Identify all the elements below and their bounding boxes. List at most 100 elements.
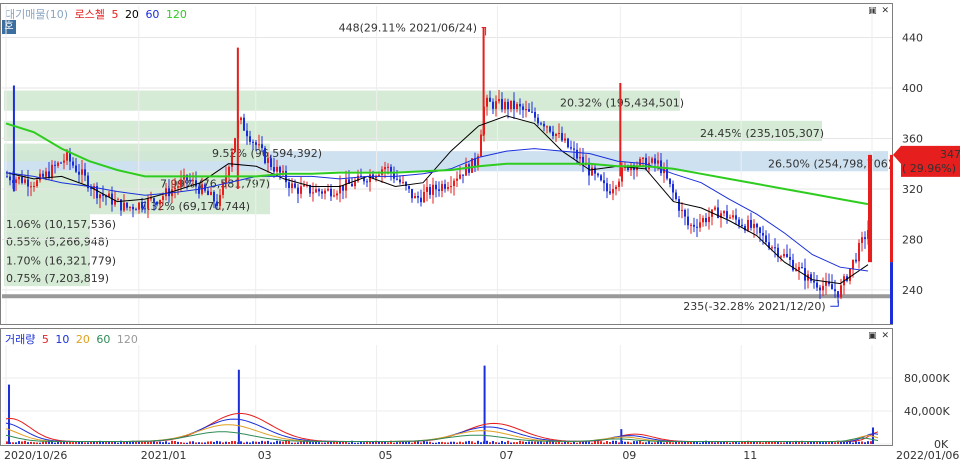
candle-body (558, 133, 560, 135)
candle-body (789, 256, 791, 260)
x-tick-label: 09 (622, 449, 636, 462)
volume-bar (453, 441, 455, 444)
candle-body (822, 285, 824, 291)
candle-body (228, 166, 230, 176)
volume-bar (312, 442, 314, 444)
candle-body (417, 195, 419, 198)
candle-body (327, 188, 329, 191)
volume-bar (189, 441, 191, 444)
volume-bar (168, 442, 170, 444)
current-price-bar-up (890, 154, 893, 263)
candle-body (750, 220, 752, 228)
volume-bar (321, 442, 323, 444)
candle-body (831, 284, 833, 290)
volume-bar (441, 441, 443, 444)
volume-bar (633, 441, 635, 444)
candle-body (714, 207, 716, 210)
candle-body (147, 198, 149, 209)
candle-body (84, 169, 86, 176)
volume-bar (510, 442, 512, 444)
volume-bar (717, 441, 719, 444)
candle-body (567, 138, 569, 148)
volume-bar (294, 442, 296, 444)
candle-body (618, 181, 620, 187)
volume-bar (720, 442, 722, 444)
volume-bar (690, 442, 692, 444)
volume-bar (381, 441, 383, 444)
x-tick-label: 11 (743, 449, 757, 462)
candle-body (303, 185, 305, 187)
candle-body (336, 193, 338, 196)
candle-body (741, 224, 743, 227)
volume-bar (33, 442, 35, 444)
candle-body (396, 178, 398, 180)
volume-bar (363, 442, 365, 444)
candle-body (99, 194, 101, 199)
current-price-value: 347 (940, 148, 960, 161)
volume-bar (12, 442, 14, 444)
candle-body (72, 161, 74, 166)
volume-bar (117, 442, 119, 444)
candle-body (441, 184, 443, 191)
candle-body (552, 131, 554, 136)
candle-body (489, 97, 491, 102)
volume-bar (642, 442, 644, 444)
volume-bar (405, 441, 407, 444)
candle-body (36, 180, 38, 187)
candle-body (165, 188, 167, 197)
volume-bar (462, 442, 464, 444)
stock-chart-svg[interactable]: 20.32% (195,434,501)24.45% (235,105,307)… (0, 0, 960, 464)
volume-bar (195, 442, 197, 444)
candle-body (735, 215, 737, 220)
volume-bar (732, 442, 734, 444)
volume-bar (210, 441, 212, 444)
candle-body (801, 266, 803, 268)
candle-body (39, 173, 41, 181)
candle-body (6, 176, 8, 178)
volume-bar (111, 441, 113, 444)
volume-bar (180, 442, 182, 444)
candle-body (555, 133, 557, 136)
candle-body (45, 171, 47, 177)
candle-body (288, 182, 290, 189)
volume-bar (249, 442, 251, 444)
candle-body (837, 291, 839, 298)
volume-profile-label: 26.50% (254,798,706) (768, 157, 892, 170)
volume-bar (519, 440, 521, 444)
candle-body (444, 184, 446, 189)
volume-bar (279, 441, 281, 444)
price-y-tick-label: 320 (902, 183, 923, 196)
volume-bar (714, 442, 716, 444)
volume-bar (525, 441, 527, 444)
candle-body (510, 100, 512, 110)
candle-body (273, 167, 275, 172)
volume-bar (255, 441, 257, 444)
candle-body (297, 187, 299, 194)
volume-bar (186, 442, 188, 444)
volume-y-tick-label: 40,000K (904, 405, 950, 418)
volume-bar (570, 442, 572, 444)
volume-bar (591, 442, 593, 444)
volume-profile-label: 20.32% (195,434,501) (560, 97, 684, 110)
volume-bar (165, 441, 167, 444)
x-tick-label: 05 (379, 449, 393, 462)
volume-bar (243, 442, 245, 444)
candle-body (669, 178, 671, 184)
volume-bar (687, 441, 689, 444)
volume-bar (792, 442, 794, 444)
candle-body (54, 164, 56, 166)
candle-body (609, 191, 611, 194)
candle-body (222, 183, 224, 195)
volume-bar (270, 442, 272, 444)
candle-body (234, 138, 236, 152)
volume-bar (555, 442, 557, 444)
candle-body (480, 134, 482, 157)
volume-bar (531, 441, 533, 444)
candle-body (18, 176, 20, 180)
candle-body (267, 158, 269, 164)
volume-bar (90, 441, 92, 444)
volume-bar (285, 440, 287, 444)
candle-body (78, 171, 80, 175)
volume-profile-label: 1.70% (16,321,779) (6, 254, 116, 267)
volume-bar (609, 442, 611, 444)
